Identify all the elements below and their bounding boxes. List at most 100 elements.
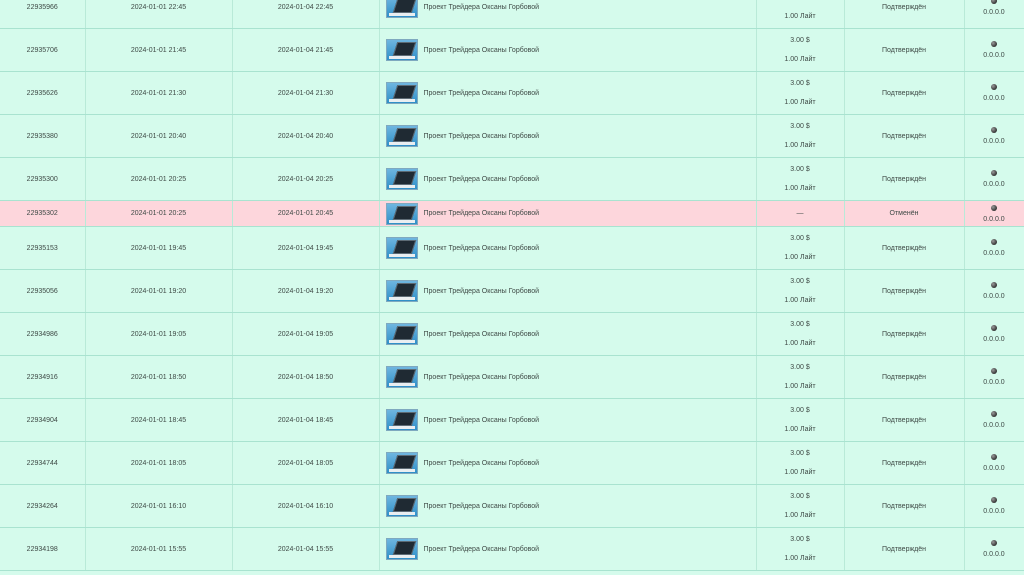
status-cell: Подтверждён: [844, 0, 965, 29]
table-row[interactable]: 22934986 2024-01-01 19:05 2024-01-04 19:…: [0, 312, 1024, 356]
ip-address: 0.0.0.0: [983, 138, 1005, 145]
order-id: 22935056: [0, 269, 86, 313]
order-id: 22934744: [0, 441, 86, 485]
order-id: 22935300: [0, 157, 86, 201]
status-cell: Подтверждён: [844, 114, 965, 158]
project-name[interactable]: Проект Трейдера Оксаны Горбовой: [424, 503, 540, 510]
laptop-icon: [385, 323, 418, 345]
ip-cell: 0.0.0.0: [964, 226, 1024, 270]
completed-date: 2024-01-04 21:45: [232, 28, 380, 72]
project-name[interactable]: Проект Трейдера Оксаны Горбовой: [424, 460, 540, 467]
amount-cell: 3.00 $ 1.00 Лайт: [756, 484, 845, 528]
order-id: 22935706: [0, 28, 86, 72]
order-id: 22934198: [0, 527, 86, 571]
project-name[interactable]: Проект Трейдера Оксаны Горбовой: [424, 288, 540, 295]
status-cell: Отменён: [844, 200, 965, 227]
project-name[interactable]: Проект Трейдера Оксаны Горбовой: [424, 176, 540, 183]
ip-address: 0.0.0.0: [983, 379, 1005, 386]
project-cell[interactable]: Проект Трейдера Оксаны Горбовой: [379, 484, 757, 528]
table-row[interactable]: 22934198 2024-01-01 15:55 2024-01-04 15:…: [0, 527, 1024, 571]
likes: 1.00 Лайт: [784, 339, 816, 347]
project-cell[interactable]: Проект Трейдера Оксаны Горбовой: [379, 71, 757, 115]
likes: 1.00 Лайт: [784, 296, 816, 304]
completed-date: 2024-01-04 22:45: [232, 0, 380, 29]
project-cell[interactable]: Проект Трейдера Оксаны Горбовой: [379, 398, 757, 442]
likes: 1.00 Лайт: [784, 55, 816, 63]
completed-date: 2024-01-04 18:05: [232, 441, 380, 485]
project-name[interactable]: Проект Трейдера Оксаны Горбовой: [424, 417, 540, 424]
status-text: Подтверждён: [881, 373, 926, 381]
project-cell[interactable]: Проект Трейдера Оксаны Горбовой: [379, 114, 757, 158]
amount-cell: 3.00 $ 1.00 Лайт: [756, 269, 845, 313]
status-dot-icon: [991, 325, 997, 331]
status-dot-icon: [991, 454, 997, 460]
project-name[interactable]: Проект Трейдера Оксаны Горбовой: [424, 546, 540, 553]
created-date: 2024-01-01 20:25: [85, 157, 233, 201]
status-dot-icon: [991, 282, 997, 288]
ip-address: 0.0.0.0: [983, 336, 1005, 343]
ip-cell: 0.0.0.0: [964, 269, 1024, 313]
project-cell[interactable]: Проект Трейдера Оксаны Горбовой: [379, 441, 757, 485]
order-id: 22934916: [0, 355, 86, 399]
status-dot-icon: [991, 0, 997, 4]
project-cell[interactable]: Проект Трейдера Оксаны Горбовой: [379, 28, 757, 72]
table-row[interactable]: 22935966 2024-01-01 22:45 2024-01-04 22:…: [0, 0, 1024, 29]
table-row[interactable]: 22935706 2024-01-01 21:45 2024-01-04 21:…: [0, 28, 1024, 72]
project-name[interactable]: Проект Трейдера Оксаны Горбовой: [424, 90, 540, 97]
created-date: 2024-01-01 20:40: [85, 114, 233, 158]
ip-address: 0.0.0.0: [983, 215, 1005, 223]
table-row[interactable]: 22934904 2024-01-01 18:45 2024-01-04 18:…: [0, 398, 1024, 442]
likes: 1.00 Лайт: [784, 511, 816, 519]
created-date: 2024-01-01 16:10: [85, 484, 233, 528]
project-cell[interactable]: Проект Трейдера Оксаны Горбовой: [379, 269, 757, 313]
likes: 1.00 Лайт: [784, 253, 816, 261]
created-date: 2024-01-01 18:50: [85, 355, 233, 399]
project-cell[interactable]: Проект Трейдера Оксаны Горбовой: [379, 0, 757, 29]
project-name[interactable]: Проект Трейдера Оксаны Горбовой: [424, 133, 540, 140]
likes: 1.00 Лайт: [784, 554, 816, 562]
status-dot-icon: [991, 204, 997, 211]
order-id: 22935302: [0, 200, 86, 227]
ip-cell: 0.0.0.0: [964, 114, 1024, 158]
project-name[interactable]: Проект Трейдера Оксаны Горбовой: [424, 4, 540, 11]
ip-cell: 0.0.0.0: [964, 398, 1024, 442]
completed-date: 2024-01-04 19:05: [232, 312, 380, 356]
table-row[interactable]: 22935056 2024-01-01 19:20 2024-01-04 19:…: [0, 269, 1024, 313]
laptop-icon: [385, 495, 418, 517]
table-row[interactable]: 22935380 2024-01-01 20:40 2024-01-04 20:…: [0, 114, 1024, 158]
project-cell[interactable]: Проект Трейдера Оксаны Горбовой: [379, 527, 757, 571]
project-name[interactable]: Проект Трейдера Оксаны Горбовой: [424, 245, 540, 252]
laptop-icon: [385, 409, 418, 431]
table-row[interactable]: 22935300 2024-01-01 20:25 2024-01-04 20:…: [0, 157, 1024, 201]
project-cell[interactable]: Проект Трейдера Оксаны Горбовой: [379, 355, 757, 399]
project-cell[interactable]: Проект Трейдера Оксаны Горбовой: [379, 312, 757, 356]
project-cell[interactable]: Проект Трейдера Оксаны Горбовой: [379, 226, 757, 270]
table-row[interactable]: 22934744 2024-01-01 18:05 2024-01-04 18:…: [0, 441, 1024, 485]
table-row[interactable]: 22934916 2024-01-01 18:50 2024-01-04 18:…: [0, 355, 1024, 399]
amount-cell: 3.00 $ 1.00 Лайт: [756, 312, 845, 356]
project-name[interactable]: Проект Трейдера Оксаны Горбовой: [424, 331, 540, 338]
completed-date: 2024-01-04 15:55: [232, 527, 380, 571]
amount: 3.00 $: [790, 535, 810, 543]
amount: —: [796, 209, 804, 217]
table-row[interactable]: 22934264 2024-01-01 16:10 2024-01-04 16:…: [0, 484, 1024, 528]
ip-cell: 0.0.0.0: [964, 0, 1024, 29]
created-date: 2024-01-01 21:45: [85, 28, 233, 72]
status-text: Подтверждён: [881, 132, 926, 140]
table-row[interactable]: 22935626 2024-01-01 21:30 2024-01-04 21:…: [0, 71, 1024, 115]
amount-cell: 3.00 $ 1.00 Лайт: [756, 157, 845, 201]
order-id: 22934986: [0, 312, 86, 356]
table-row[interactable]: 22935302 2024-01-01 20:25 2024-01-01 20:…: [0, 200, 1024, 227]
project-cell[interactable]: Проект Трейдера Оксаны Горбовой: [379, 200, 757, 227]
status-dot-icon: [991, 540, 997, 546]
project-name[interactable]: Проект Трейдера Оксаны Горбовой: [424, 374, 540, 381]
amount: 3.00 $: [757, 0, 844, 3]
amount-cell: 3.00 $ 1.00 Лайт: [756, 226, 845, 270]
project-name[interactable]: Проект Трейдера Оксаны Горбовой: [424, 210, 540, 217]
project-cell[interactable]: Проект Трейдера Оксаны Горбовой: [379, 157, 757, 201]
table-row[interactable]: 22935153 2024-01-01 19:45 2024-01-04 19:…: [0, 226, 1024, 270]
order-id: 22934904: [0, 398, 86, 442]
status-text: Подтверждён: [881, 545, 926, 553]
project-name[interactable]: Проект Трейдера Оксаны Горбовой: [424, 47, 540, 54]
status-dot-icon: [991, 497, 997, 503]
